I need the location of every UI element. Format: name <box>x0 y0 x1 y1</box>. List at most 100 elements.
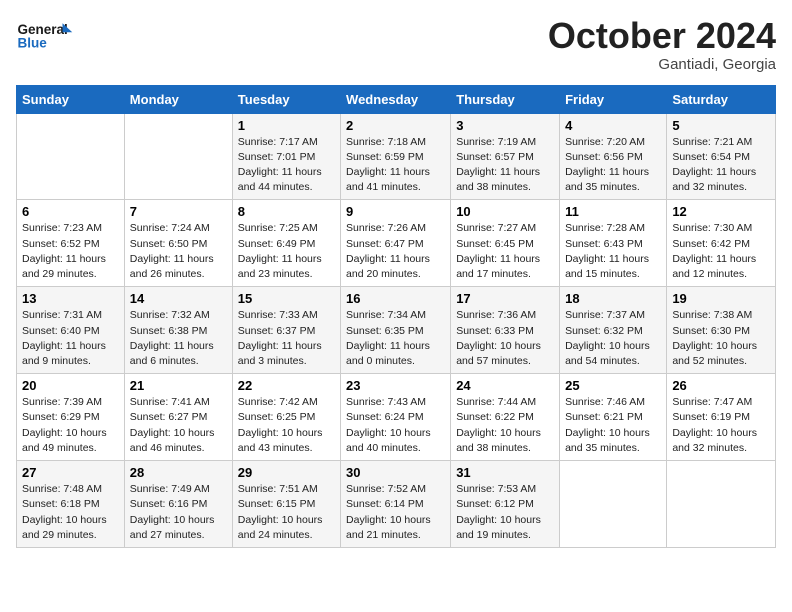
calendar-cell: 12 Sunrise: 7:30 AM Sunset: 6:42 PM Dayli… <box>667 200 776 287</box>
day-number: 24 <box>456 378 554 393</box>
day-info: Sunrise: 7:36 AM Sunset: 6:33 PM Dayligh… <box>456 308 554 369</box>
calendar-cell <box>17 113 125 200</box>
calendar-cell: 21 Sunrise: 7:41 AM Sunset: 6:27 PM Dayli… <box>124 374 232 461</box>
day-number: 28 <box>130 465 227 480</box>
day-number: 10 <box>456 204 554 219</box>
calendar-cell: 4 Sunrise: 7:20 AM Sunset: 6:56 PM Daylig… <box>560 113 667 200</box>
day-info: Sunrise: 7:33 AM Sunset: 6:37 PM Dayligh… <box>238 308 335 369</box>
day-number: 5 <box>672 118 770 133</box>
day-number: 30 <box>346 465 445 480</box>
day-number: 31 <box>456 465 554 480</box>
calendar-cell: 7 Sunrise: 7:24 AM Sunset: 6:50 PM Daylig… <box>124 200 232 287</box>
day-info: Sunrise: 7:28 AM Sunset: 6:43 PM Dayligh… <box>565 221 661 282</box>
day-number: 23 <box>346 378 445 393</box>
day-number: 13 <box>22 291 119 306</box>
calendar-cell: 5 Sunrise: 7:21 AM Sunset: 6:54 PM Daylig… <box>667 113 776 200</box>
day-info: Sunrise: 7:30 AM Sunset: 6:42 PM Dayligh… <box>672 221 770 282</box>
day-info: Sunrise: 7:32 AM Sunset: 6:38 PM Dayligh… <box>130 308 227 369</box>
day-number: 26 <box>672 378 770 393</box>
column-header-friday: Friday <box>560 85 667 113</box>
day-info: Sunrise: 7:21 AM Sunset: 6:54 PM Dayligh… <box>672 135 770 196</box>
location: Gantiadi, Georgia <box>548 56 776 73</box>
week-row-2: 6Sunrise: 7:23 AM Sunset: 6:52 PM Daylig… <box>17 200 776 287</box>
day-info: Sunrise: 7:31 AM Sunset: 6:40 PM Dayligh… <box>22 308 119 369</box>
day-info: Sunrise: 7:44 AM Sunset: 6:22 PM Dayligh… <box>456 395 554 456</box>
column-header-saturday: Saturday <box>667 85 776 113</box>
calendar-cell: 11 Sunrise: 7:28 AM Sunset: 6:43 PM Dayli… <box>560 200 667 287</box>
day-number: 18 <box>565 291 661 306</box>
day-number: 7 <box>130 204 227 219</box>
day-info: Sunrise: 7:17 AM Sunset: 7:01 PM Dayligh… <box>238 135 335 196</box>
calendar-cell: 14Sunrise: 7:32 AM Sunset: 6:38 PM Dayli… <box>124 287 232 374</box>
logo-svg: General Blue <box>16 16 76 56</box>
day-info: Sunrise: 7:46 AM Sunset: 6:21 PM Dayligh… <box>565 395 661 456</box>
calendar-table: SundayMondayTuesdayWednesdayThursdayFrid… <box>16 85 776 548</box>
day-number: 29 <box>238 465 335 480</box>
calendar-cell: 31 Sunrise: 7:53 AM Sunset: 6:12 PM Dayli… <box>451 461 560 548</box>
day-number: 25 <box>565 378 661 393</box>
calendar-cell: 24 Sunrise: 7:44 AM Sunset: 6:22 PM Dayli… <box>451 374 560 461</box>
day-number: 3 <box>456 118 554 133</box>
calendar-cell: 9Sunrise: 7:26 AM Sunset: 6:47 PM Daylig… <box>341 200 451 287</box>
day-info: Sunrise: 7:18 AM Sunset: 6:59 PM Dayligh… <box>346 135 445 196</box>
day-info: Sunrise: 7:51 AM Sunset: 6:15 PM Dayligh… <box>238 482 335 543</box>
day-number: 19 <box>672 291 770 306</box>
day-number: 20 <box>22 378 119 393</box>
calendar-cell: 17 Sunrise: 7:36 AM Sunset: 6:33 PM Dayli… <box>451 287 560 374</box>
week-row-4: 20 Sunrise: 7:39 AM Sunset: 6:29 PM Dayli… <box>17 374 776 461</box>
calendar-body: 1Sunrise: 7:17 AM Sunset: 7:01 PM Daylig… <box>17 113 776 547</box>
calendar-cell: 6Sunrise: 7:23 AM Sunset: 6:52 PM Daylig… <box>17 200 125 287</box>
calendar-cell <box>124 113 232 200</box>
calendar-cell: 27 Sunrise: 7:48 AM Sunset: 6:18 PM Dayli… <box>17 461 125 548</box>
day-number: 8 <box>238 204 335 219</box>
day-number: 2 <box>346 118 445 133</box>
calendar-cell: 1Sunrise: 7:17 AM Sunset: 7:01 PM Daylig… <box>232 113 340 200</box>
day-info: Sunrise: 7:37 AM Sunset: 6:32 PM Dayligh… <box>565 308 661 369</box>
day-info: Sunrise: 7:41 AM Sunset: 6:27 PM Dayligh… <box>130 395 227 456</box>
week-row-3: 13 Sunrise: 7:31 AM Sunset: 6:40 PM Dayli… <box>17 287 776 374</box>
column-header-monday: Monday <box>124 85 232 113</box>
calendar-header-row: SundayMondayTuesdayWednesdayThursdayFrid… <box>17 85 776 113</box>
day-number: 11 <box>565 204 661 219</box>
calendar-cell: 15 Sunrise: 7:33 AM Sunset: 6:37 PM Dayli… <box>232 287 340 374</box>
day-number: 27 <box>22 465 119 480</box>
calendar-cell: 18 Sunrise: 7:37 AM Sunset: 6:32 PM Dayli… <box>560 287 667 374</box>
day-info: Sunrise: 7:48 AM Sunset: 6:18 PM Dayligh… <box>22 482 119 543</box>
svg-text:General: General <box>18 22 68 37</box>
day-info: Sunrise: 7:25 AM Sunset: 6:49 PM Dayligh… <box>238 221 335 282</box>
calendar-cell: 8 Sunrise: 7:25 AM Sunset: 6:49 PM Daylig… <box>232 200 340 287</box>
calendar-cell: 13 Sunrise: 7:31 AM Sunset: 6:40 PM Dayli… <box>17 287 125 374</box>
day-info: Sunrise: 7:53 AM Sunset: 6:12 PM Dayligh… <box>456 482 554 543</box>
day-number: 21 <box>130 378 227 393</box>
day-number: 17 <box>456 291 554 306</box>
day-number: 4 <box>565 118 661 133</box>
day-number: 22 <box>238 378 335 393</box>
calendar-cell: 26 Sunrise: 7:47 AM Sunset: 6:19 PM Dayli… <box>667 374 776 461</box>
logo: General Blue <box>16 16 76 56</box>
calendar-cell: 16 Sunrise: 7:34 AM Sunset: 6:35 PM Dayli… <box>341 287 451 374</box>
week-row-1: 1Sunrise: 7:17 AM Sunset: 7:01 PM Daylig… <box>17 113 776 200</box>
calendar-cell: 25 Sunrise: 7:46 AM Sunset: 6:21 PM Dayli… <box>560 374 667 461</box>
day-info: Sunrise: 7:38 AM Sunset: 6:30 PM Dayligh… <box>672 308 770 369</box>
calendar-cell: 20 Sunrise: 7:39 AM Sunset: 6:29 PM Dayli… <box>17 374 125 461</box>
calendar-cell: 29 Sunrise: 7:51 AM Sunset: 6:15 PM Dayli… <box>232 461 340 548</box>
day-number: 12 <box>672 204 770 219</box>
day-number: 16 <box>346 291 445 306</box>
column-header-wednesday: Wednesday <box>341 85 451 113</box>
day-info: Sunrise: 7:47 AM Sunset: 6:19 PM Dayligh… <box>672 395 770 456</box>
page-header: General Blue October 2024 Gantiadi, Geor… <box>16 16 776 73</box>
column-header-tuesday: Tuesday <box>232 85 340 113</box>
title-block: October 2024 Gantiadi, Georgia <box>548 16 776 73</box>
day-info: Sunrise: 7:26 AM Sunset: 6:47 PM Dayligh… <box>346 221 445 282</box>
month-title: October 2024 <box>548 16 776 56</box>
day-number: 15 <box>238 291 335 306</box>
day-info: Sunrise: 7:20 AM Sunset: 6:56 PM Dayligh… <box>565 135 661 196</box>
day-info: Sunrise: 7:24 AM Sunset: 6:50 PM Dayligh… <box>130 221 227 282</box>
day-info: Sunrise: 7:27 AM Sunset: 6:45 PM Dayligh… <box>456 221 554 282</box>
day-info: Sunrise: 7:52 AM Sunset: 6:14 PM Dayligh… <box>346 482 445 543</box>
svg-text:Blue: Blue <box>18 35 48 50</box>
day-info: Sunrise: 7:34 AM Sunset: 6:35 PM Dayligh… <box>346 308 445 369</box>
calendar-cell <box>560 461 667 548</box>
day-info: Sunrise: 7:39 AM Sunset: 6:29 PM Dayligh… <box>22 395 119 456</box>
calendar-cell: 23Sunrise: 7:43 AM Sunset: 6:24 PM Dayli… <box>341 374 451 461</box>
